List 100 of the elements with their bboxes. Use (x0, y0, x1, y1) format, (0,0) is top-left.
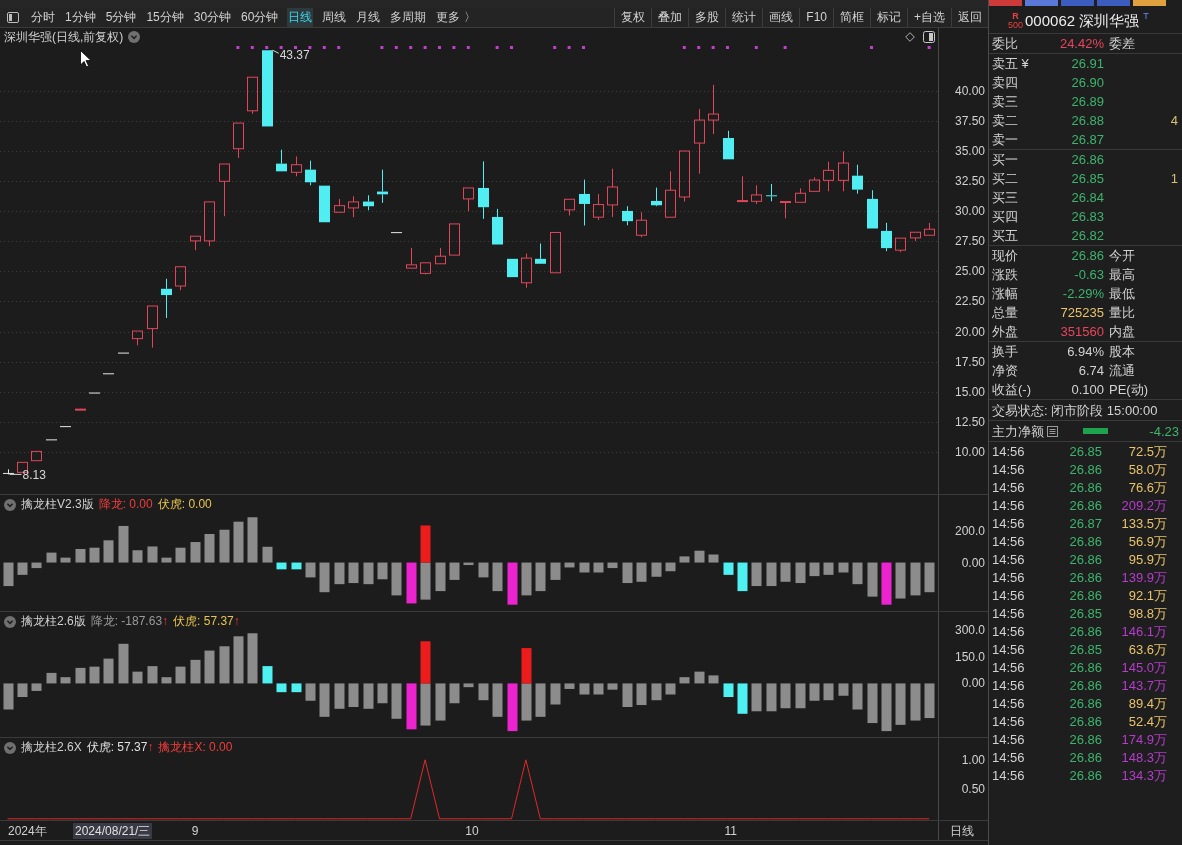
quote-label: 委比 (992, 35, 1019, 53)
candlestick (723, 130, 734, 160)
candlestick (636, 211, 647, 238)
indicator-bar (651, 562, 662, 577)
signal-marker (236, 46, 240, 49)
indicator-bar (363, 683, 374, 709)
axis-tick-label: 32.50 (954, 174, 985, 189)
indicator-bar (161, 557, 172, 563)
candlestick (391, 232, 402, 234)
indicator-bar (420, 683, 431, 726)
axis-tick-label: 20.00 (954, 324, 985, 339)
list-icon[interactable] (1047, 425, 1058, 437)
toolbar-button[interactable]: +自选 (907, 8, 951, 27)
candlestick (3, 468, 14, 475)
toolbar-button[interactable]: 多股 (688, 8, 726, 27)
tick-time: 14:56 (991, 695, 1026, 713)
indicator-bar (507, 683, 518, 732)
toolbar-button[interactable]: 复权 (614, 8, 652, 27)
tick-time: 14:56 (991, 443, 1026, 461)
axis-tick-label: 10.00 (954, 444, 985, 459)
indicator-bar (579, 683, 590, 695)
quote-label: 净资 (992, 362, 1019, 380)
sidebar-toggle-icon[interactable] (7, 12, 19, 23)
indicator-readout: 降龙: -187.63↑ (90, 614, 169, 629)
candlestick (665, 170, 676, 218)
candlestick (319, 185, 330, 223)
indicator-bar (449, 683, 460, 704)
quote-value: 26.84 (1070, 189, 1104, 207)
candlestick (809, 176, 820, 192)
tick-price: 26.86 (1068, 695, 1102, 713)
toolbar-button[interactable]: 标记 (870, 8, 907, 27)
indicator-bar (780, 562, 791, 582)
tick-volume: 209.2万 (1120, 497, 1167, 515)
indicator-bar (17, 683, 28, 697)
candlestick (291, 155, 302, 177)
toolbar-button[interactable]: F10 (799, 8, 833, 27)
candlestick (363, 194, 374, 211)
indicator-readout: 擒龙柱X: 0.00 (158, 740, 233, 755)
axis-tick-label: 30.00 (954, 204, 985, 219)
tick-volume: 92.1万 (1127, 587, 1167, 605)
period-tab[interactable]: 月线 (355, 8, 382, 27)
signal-marker (870, 46, 873, 49)
tick-volume: 143.7万 (1120, 677, 1167, 695)
indicator-bar (175, 547, 186, 563)
signal-marker (697, 46, 701, 49)
tick-volume: 98.8万 (1127, 605, 1167, 623)
toolbar-button[interactable]: 统计 (725, 8, 763, 27)
quote-value: 26.85 (1070, 170, 1104, 188)
main-flow-value: -4.23 (1149, 422, 1179, 441)
toolbar-button[interactable]: 叠加 (651, 8, 689, 27)
period-tab[interactable]: 多周期 (389, 8, 428, 27)
period-tab[interactable]: 1分钟 (64, 8, 97, 27)
period-tab[interactable]: 15分钟 (145, 8, 185, 27)
quote-label: 买五 (992, 227, 1019, 245)
chevron-down-circle-icon[interactable] (128, 31, 141, 43)
tick-price: 26.86 (1068, 623, 1102, 641)
badge-letter: R (1012, 11, 1019, 21)
tick-time: 14:56 (991, 749, 1026, 767)
candlestick (607, 168, 618, 218)
month-label: 11 (724, 823, 737, 839)
period-tab[interactable]: 日线 (287, 8, 314, 27)
indicator-bar (895, 683, 906, 725)
indicator-bar (636, 683, 647, 706)
indicator-bar (924, 683, 935, 719)
signal-marker (726, 46, 729, 49)
indicator-bar (420, 525, 431, 563)
period-tab[interactable]: 更多 〉 (435, 8, 477, 27)
tick-price: 26.86 (1068, 713, 1102, 731)
candlestick (377, 169, 388, 204)
axis-tick-label: 0.00 (961, 555, 985, 570)
period-tab[interactable]: 5分钟 (104, 8, 138, 27)
candlestick (622, 205, 633, 226)
diamond-icon[interactable] (905, 32, 915, 42)
indicator-bar (795, 683, 806, 709)
toolbar-button[interactable]: 简框 (833, 8, 870, 27)
candlestick (852, 164, 863, 195)
tick-time: 14:56 (991, 677, 1026, 695)
signal-marker (682, 46, 686, 49)
period-tab[interactable]: 30分钟 (192, 8, 233, 27)
candlestick (449, 223, 460, 256)
tick-price: 26.85 (1068, 641, 1102, 659)
period-tab[interactable]: 60分钟 (240, 8, 280, 27)
order-volume: 4 (1170, 112, 1178, 130)
chevron-down-circle-icon[interactable] (4, 615, 16, 628)
period-tab[interactable]: 分时 (30, 8, 56, 27)
axis-tick-label: 40.00 (954, 83, 985, 98)
indicator-bar (751, 562, 762, 587)
candlestick (881, 222, 892, 252)
indicator-bar (780, 683, 791, 709)
chevron-down-circle-icon[interactable] (4, 741, 16, 754)
indicator-bar (910, 562, 921, 596)
tick-price: 26.86 (1068, 587, 1102, 605)
quote-label: 涨跌 (992, 266, 1019, 284)
period-tab[interactable]: 周线 (321, 8, 348, 27)
panel-toggle-icon[interactable] (923, 31, 935, 43)
indicator-bar (262, 666, 273, 684)
toolbar-button[interactable]: 画线 (762, 8, 800, 27)
candlestick (708, 84, 719, 135)
chevron-down-circle-icon[interactable] (4, 498, 16, 511)
candlestick (521, 253, 532, 289)
